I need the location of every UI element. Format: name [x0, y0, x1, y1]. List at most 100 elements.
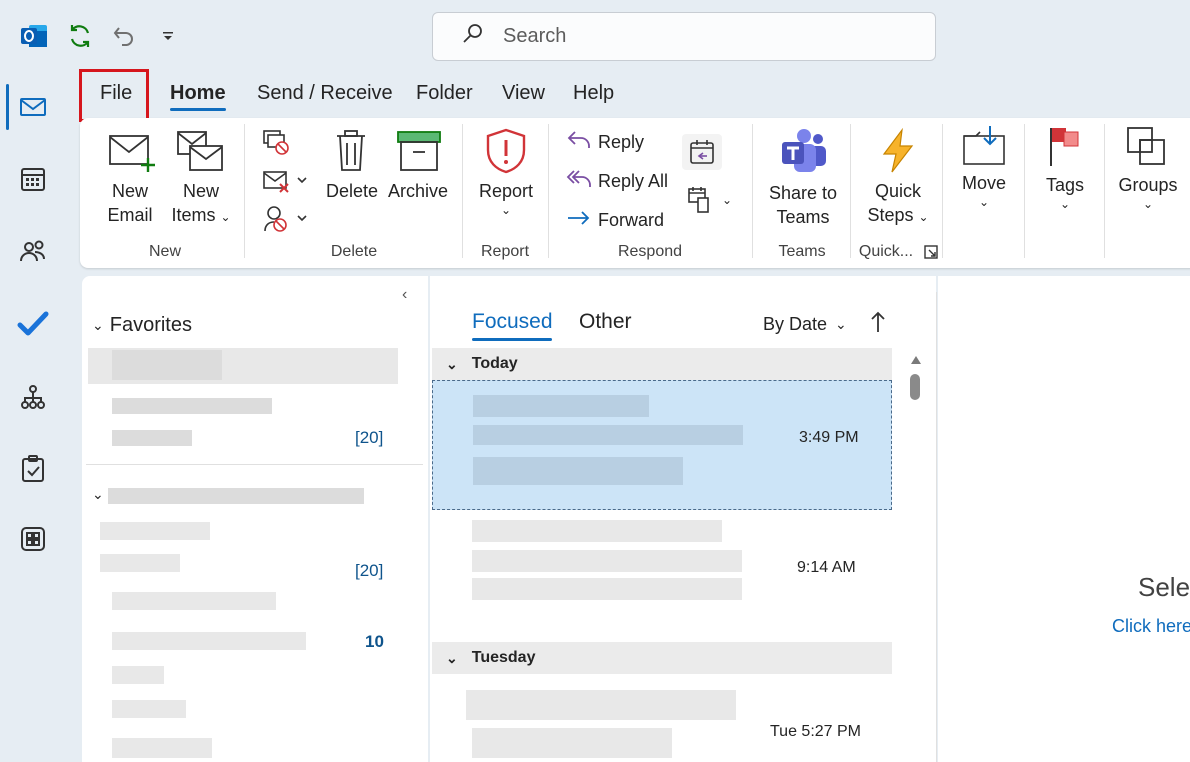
- new-email-label-2: Email: [107, 205, 153, 225]
- tab-focused[interactable]: Focused: [472, 310, 553, 334]
- quick-steps-label-1: Quick: [874, 181, 921, 201]
- new-email-button[interactable]: New Email: [104, 130, 156, 242]
- teams-icon: [778, 126, 842, 181]
- scrollbar-thumb[interactable]: [910, 374, 920, 400]
- share-to-teams-label-2: Teams: [776, 207, 830, 227]
- inbox-unread-count: [20]: [355, 561, 384, 580]
- more-apps-icon[interactable]: [14, 520, 52, 558]
- delete-label: Delete: [325, 181, 379, 201]
- junk-icon[interactable]: [262, 204, 310, 239]
- message-time: 3:49 PM: [799, 429, 859, 446]
- todo-icon[interactable]: [14, 305, 52, 343]
- focused-underline: [472, 338, 552, 341]
- archive-icon: [396, 128, 448, 179]
- tags-dropdown-icon: ⌄: [1059, 197, 1071, 211]
- flag-icon: [1048, 124, 1090, 173]
- group-quick-label: Quick...: [858, 243, 914, 260]
- sort-direction-icon[interactable]: [870, 310, 886, 339]
- tab-folder[interactable]: Folder: [416, 82, 473, 112]
- move-button[interactable]: Move ⌄: [956, 124, 1012, 224]
- groups-label: Groups: [1118, 175, 1178, 195]
- group-header-tuesday[interactable]: ⌄ Tuesday: [432, 642, 892, 674]
- reply-all-button[interactable]: Reply All: [566, 167, 668, 195]
- pane-divider: [86, 464, 423, 465]
- account-chevron-icon[interactable]: ⌄: [92, 486, 104, 503]
- forward-button[interactable]: Forward: [566, 206, 664, 234]
- delete-button[interactable]: Delete: [325, 128, 379, 240]
- lightning-icon: [878, 127, 932, 179]
- reply-all-icon: [566, 168, 592, 195]
- new-items-button[interactable]: New Items ⌄: [168, 130, 234, 242]
- share-to-teams-button[interactable]: Share to Teams: [764, 126, 842, 238]
- group-header-today[interactable]: ⌄ Today: [432, 348, 892, 380]
- sync-icon[interactable]: [64, 20, 96, 52]
- outlook-logo-icon: [18, 20, 50, 52]
- message-time: 9:14 AM: [797, 559, 856, 576]
- groups-button[interactable]: Groups ⌄: [1116, 124, 1180, 224]
- dialog-launcher-icon[interactable]: [924, 245, 938, 264]
- ribbon-separator: [244, 124, 245, 258]
- org-explorer-icon[interactable]: [14, 378, 52, 416]
- groups-dropdown-icon: ⌄: [1142, 197, 1154, 211]
- select-item-text: Sele: [1138, 572, 1190, 602]
- move-dropdown-icon: ⌄: [978, 195, 990, 209]
- tags-button[interactable]: Tags ⌄: [1040, 124, 1090, 224]
- trash-icon: [333, 128, 379, 179]
- group-teams-label: Teams: [778, 243, 826, 260]
- group-report-label: Report: [480, 243, 530, 260]
- move-label: Move: [961, 173, 1006, 193]
- favorite-unread-count: [20]: [355, 428, 384, 447]
- people-icon[interactable]: [14, 232, 52, 270]
- meeting-reply-icon[interactable]: [682, 134, 722, 170]
- customize-toolbar-icon[interactable]: [152, 20, 184, 52]
- file-highlight-box: [79, 69, 149, 122]
- archive-button[interactable]: Archive: [388, 128, 448, 240]
- ribbon-separator: [548, 124, 549, 258]
- scroll-up-icon[interactable]: [910, 352, 922, 370]
- click-here-link[interactable]: Click here: [1112, 616, 1190, 637]
- group-new-label: New: [148, 243, 181, 260]
- new-items-label-1: New: [182, 181, 219, 201]
- sort-by-date-button[interactable]: By Date ⌄: [763, 314, 847, 335]
- favorites-header[interactable]: ⌄ Favorites: [92, 314, 192, 337]
- tab-view[interactable]: View: [502, 82, 545, 112]
- message-time: Tue 5:27 PM: [770, 723, 862, 740]
- ribbon-separator: [942, 124, 943, 258]
- tab-other[interactable]: Other: [579, 310, 632, 334]
- new-items-label-2: Items ⌄: [171, 205, 231, 225]
- quick-steps-button[interactable]: Quick Steps ⌄: [864, 127, 932, 240]
- reply-button[interactable]: Reply: [566, 128, 644, 156]
- tab-home-underline: [170, 108, 226, 111]
- message-row[interactable]: 9:14 AM: [432, 512, 892, 632]
- message-row[interactable]: Tue 5:27 PM: [432, 676, 892, 762]
- group-respond-label: Respond: [617, 243, 683, 260]
- new-email-label-1: New: [111, 181, 148, 201]
- ignore-icon[interactable]: [262, 128, 292, 161]
- group-today-label: Today: [471, 355, 518, 372]
- mail-icon[interactable]: [14, 88, 52, 126]
- message-list-pane: Focused Other By Date ⌄ ⌄ Today 3:49 PM …: [430, 276, 936, 762]
- ribbon-separator: [752, 124, 753, 258]
- group-tuesday-label: Tuesday: [471, 649, 536, 666]
- chevron-down-icon: ⌄: [92, 317, 104, 333]
- undo-icon[interactable]: [108, 20, 140, 52]
- search-box[interactable]: Search: [432, 12, 936, 61]
- calendar-icon[interactable]: [14, 160, 52, 198]
- forward-icon: [566, 207, 592, 234]
- forward-label: Forward: [598, 209, 665, 230]
- tab-help[interactable]: Help: [573, 82, 614, 112]
- pane-splitter[interactable]: [936, 292, 937, 762]
- more-respond-icon[interactable]: ⌄: [686, 186, 732, 214]
- collapse-pane-icon[interactable]: ‹: [402, 286, 407, 304]
- folder-unread-count: 10: [365, 632, 384, 651]
- message-row-selected[interactable]: 3:49 PM: [432, 380, 892, 510]
- archive-label: Archive: [388, 181, 449, 201]
- report-button[interactable]: Report ⌄: [474, 128, 538, 240]
- folder-pane: ‹ ⌄ Favorites [20] ⌄ [20] 10: [82, 276, 428, 762]
- tasks-icon[interactable]: [14, 450, 52, 488]
- clean-up-icon[interactable]: [262, 168, 310, 201]
- ribbon-separator: [850, 124, 851, 258]
- ribbon-separator: [1104, 124, 1105, 258]
- quick-steps-label-2: Steps ⌄: [867, 205, 929, 225]
- tab-send-receive[interactable]: Send / Receive: [257, 82, 393, 112]
